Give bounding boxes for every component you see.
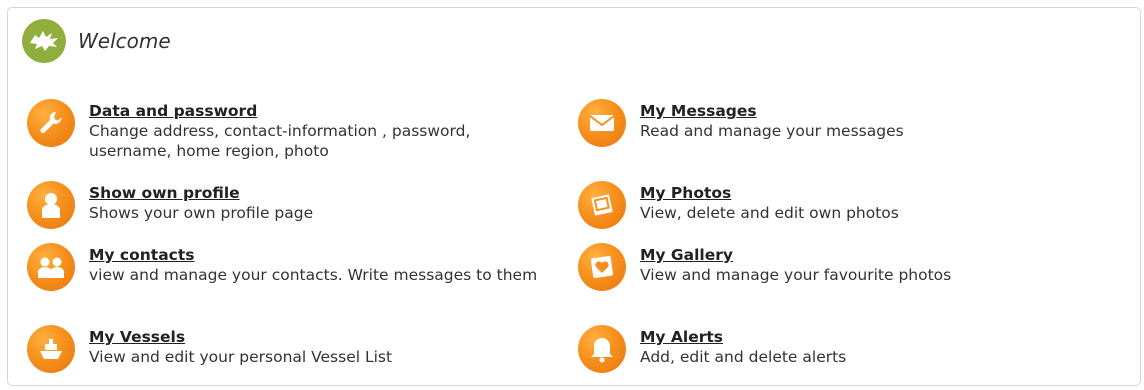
menu-item-vessels[interactable]: My Vessels View and edit your personal V… (27, 325, 392, 373)
vessels-link[interactable]: My Vessels (89, 327, 392, 347)
menu-item-messages[interactable]: My Messages Read and manage your message… (578, 99, 904, 147)
wrench-icon (27, 99, 75, 147)
gallery-desc: View and manage your favourite photos (640, 266, 952, 284)
ship-icon (27, 325, 75, 373)
envelope-icon (578, 99, 626, 147)
menu-item-alerts[interactable]: My Alerts Add, edit and delete alerts (578, 325, 846, 373)
photos-link[interactable]: My Photos (640, 183, 899, 203)
alerts-link[interactable]: My Alerts (640, 327, 846, 347)
gallery-link[interactable]: My Gallery (640, 245, 951, 265)
contacts-link[interactable]: My contacts (89, 245, 559, 265)
page-title: Welcome (78, 29, 171, 53)
profile-link[interactable]: Show own profile (89, 183, 313, 203)
profile-desc: Shows your own profile page (89, 204, 314, 222)
photos-desc: View, delete and edit own photos (640, 204, 899, 222)
contacts-desc: view and manage your contacts. Write mes… (89, 266, 538, 284)
menu-item-gallery[interactable]: My Gallery View and manage your favourit… (578, 243, 951, 291)
contacts-icon (27, 243, 75, 291)
bell-icon (578, 325, 626, 373)
dragon-icon (22, 19, 66, 63)
messages-link[interactable]: My Messages (640, 101, 904, 121)
panel-header: Welcome (22, 19, 171, 63)
gallery-heart-icon (578, 243, 626, 291)
vessels-desc: View and edit your personal Vessel List (89, 348, 393, 366)
menu-item-contacts[interactable]: My contacts view and manage your contact… (27, 243, 559, 291)
photos-icon (578, 181, 626, 229)
messages-desc: Read and manage your messages (640, 122, 904, 140)
welcome-panel: Welcome Data and password Change address… (7, 7, 1141, 386)
menu-item-profile[interactable]: Show own profile Shows your own profile … (27, 181, 313, 229)
alerts-desc: Add, edit and delete alerts (640, 348, 847, 366)
menu-item-photos[interactable]: My Photos View, delete and edit own phot… (578, 181, 899, 229)
menu-item-data-password[interactable]: Data and password Change address, contac… (27, 99, 549, 161)
data-password-desc: Change address, contact-information , pa… (89, 122, 471, 160)
person-icon (27, 181, 75, 229)
data-password-link[interactable]: Data and password (89, 101, 549, 121)
